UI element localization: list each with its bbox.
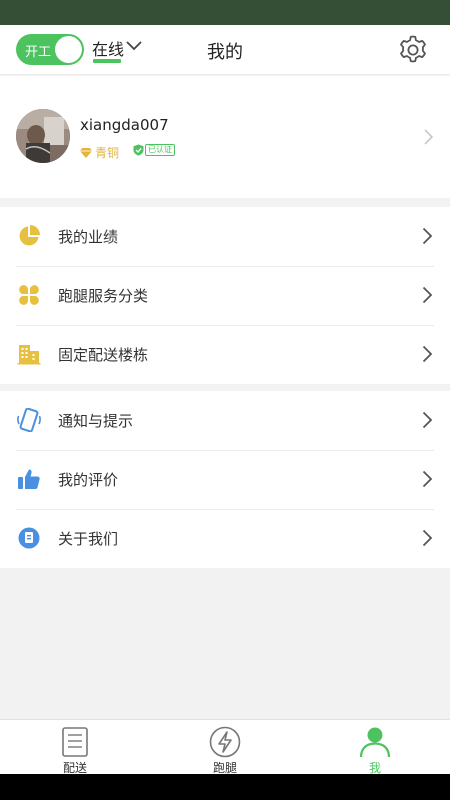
verified-label: 已认证 <box>145 144 175 156</box>
menu-item-reviews[interactable]: 我的评价 <box>0 450 450 509</box>
clipboard-icon <box>62 727 88 757</box>
lightning-icon <box>209 726 241 758</box>
work-toggle[interactable]: 开工 <box>16 34 84 65</box>
chevron-right-icon <box>424 129 434 145</box>
status-bar <box>0 0 450 25</box>
chevron-right-icon <box>422 470 433 488</box>
tab-me[interactable]: 我 <box>300 720 450 775</box>
menu-group-general: 通知与提示 我的评价 关于我们 <box>0 391 450 568</box>
building-icon <box>17 345 41 365</box>
verified-badge: 已认证 <box>133 144 175 156</box>
toggle-knob <box>55 36 82 63</box>
toggle-label: 开工 <box>25 45 52 60</box>
menu-item-about[interactable]: 关于我们 <box>0 509 450 568</box>
chevron-right-icon <box>422 286 433 304</box>
status-underline <box>93 59 121 63</box>
grid-icon <box>19 285 39 305</box>
info-icon <box>18 527 40 549</box>
menu-item-service-category[interactable]: 跑腿服务分类 <box>0 266 450 325</box>
header: 开工 在线 我的 <box>0 25 450 75</box>
chevron-right-icon <box>422 529 433 547</box>
diamond-icon <box>80 147 92 158</box>
shield-check-icon <box>133 144 144 156</box>
bottom-tab-bar: 配送 跑腿 我 <box>0 719 450 775</box>
chevron-right-icon <box>422 227 433 245</box>
menu-label: 关于我们 <box>58 530 119 548</box>
tab-delivery[interactable]: 配送 <box>0 720 150 775</box>
chevron-right-icon <box>422 345 433 363</box>
chevron-right-icon <box>422 411 433 429</box>
username: xiangda007 <box>80 116 169 134</box>
menu-item-notifications[interactable]: 通知与提示 <box>0 391 450 450</box>
menu-label: 通知与提示 <box>58 412 134 430</box>
pie-chart-icon <box>19 225 40 246</box>
chevron-down-icon <box>126 41 142 51</box>
level-badge: 青铜 <box>80 144 119 161</box>
menu-item-fixed-buildings[interactable]: 固定配送楼栋 <box>0 325 450 384</box>
avatar[interactable] <box>16 109 70 163</box>
person-icon <box>359 727 391 758</box>
tab-errand[interactable]: 跑腿 <box>150 720 300 775</box>
menu-label: 跑腿服务分类 <box>58 287 149 305</box>
menu-label: 我的业绩 <box>58 228 119 246</box>
level-label: 青铜 <box>95 146 120 160</box>
gear-icon[interactable] <box>397 34 429 66</box>
phone-vibrate-icon <box>17 408 41 432</box>
status-dropdown[interactable]: 在线 <box>92 36 142 64</box>
menu-label: 固定配送楼栋 <box>58 346 149 364</box>
menu-group-work: 我的业绩 跑腿服务分类 固定配送楼栋 <box>0 207 450 384</box>
system-nav-bar <box>0 774 450 800</box>
thumbs-up-icon <box>18 469 40 489</box>
status-text: 在线 <box>92 40 125 59</box>
menu-item-performance[interactable]: 我的业绩 <box>0 207 450 266</box>
profile-card[interactable]: xiangda007 青铜 已认证 <box>0 76 450 198</box>
menu-label: 我的评价 <box>58 471 119 489</box>
